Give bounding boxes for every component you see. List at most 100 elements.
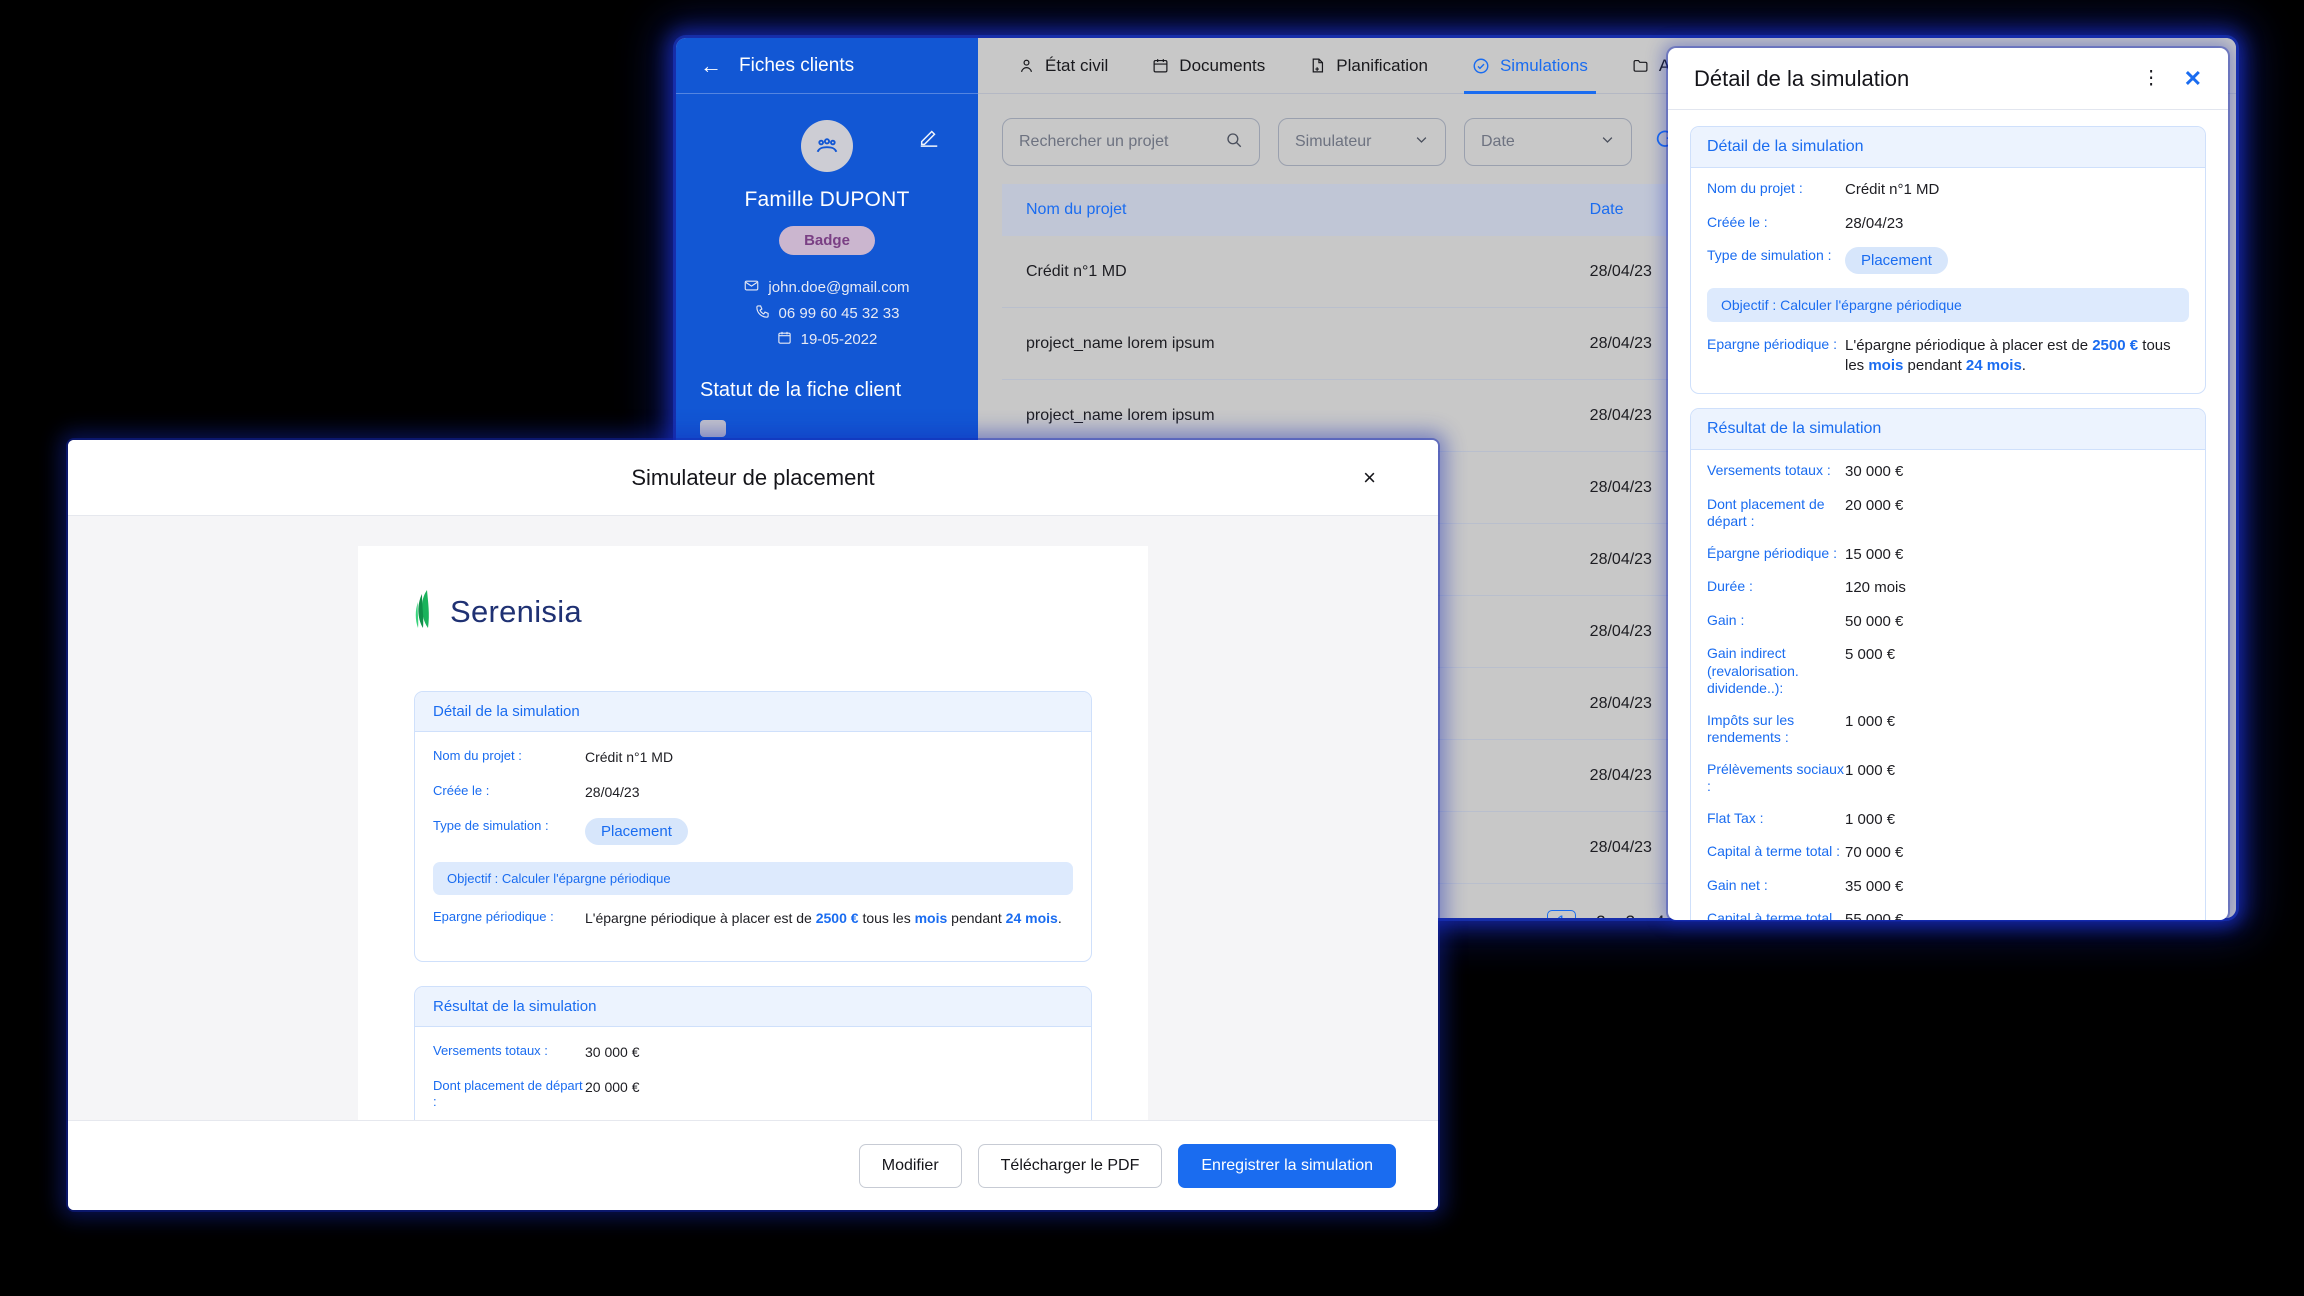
tab-label: Documents	[1179, 55, 1266, 75]
row-label: Impôts sur les rendements :	[1707, 711, 1795, 746]
client-date: 19-05-2022	[800, 331, 878, 348]
simulation-detail-panel: Détail de la simulation ⋮ ✕ Détail de la…	[1668, 48, 2228, 920]
result-row: Gain : 50 000 €	[1707, 612, 2189, 632]
pagination-prev[interactable]: ‹	[1520, 911, 1527, 919]
detail-row-epargne: Epargne périodique : L'épargne périodiqu…	[433, 909, 1073, 927]
result-row: Flat Tax : 1 000 €	[1707, 810, 2189, 830]
modal-header: Simulateur de placement ×	[68, 440, 1438, 516]
modify-button[interactable]: Modifier	[858, 1143, 962, 1188]
modal-title: Simulateur de placement	[631, 464, 875, 490]
detail-row: Nom du projet : Crédit n°1 MD	[1707, 180, 2189, 200]
result-row: Versements totaux : 30 000 €	[433, 1043, 1073, 1061]
row-label: Epargne périodique :	[433, 909, 554, 925]
row-label: Prélèvements sociaux :	[1707, 760, 1844, 795]
table-column-header[interactable]: Nom du projet	[1002, 184, 1566, 236]
client-card: Famille DUPONT Badge john.doe@gmail.com	[676, 94, 978, 437]
sidebar-back-nav[interactable]: ← Fiches clients	[676, 38, 978, 94]
row-value: 30 000 €	[585, 1043, 640, 1060]
more-options-icon[interactable]: ⋮	[2142, 69, 2162, 88]
row-label: Durée :	[1707, 578, 1753, 594]
row-label: Capital à terme total :	[1707, 843, 1841, 859]
search-input[interactable]: Rechercher un projet	[1002, 118, 1260, 166]
simulation-document: Serenisia Détail de la simulation Nom du…	[358, 546, 1148, 1120]
pagination-page-4[interactable]: 4	[1655, 912, 1664, 918]
tab-documents[interactable]: Documents	[1130, 38, 1287, 94]
tab-planification[interactable]: Planification	[1287, 38, 1450, 94]
detail-row-type: Type de simulation : Placement	[433, 818, 1073, 846]
row-label: Épargne périodique :	[1707, 544, 1837, 561]
row-value: 50 000 €	[1845, 612, 1904, 630]
result-row: Dont placement de départ :20 000 €	[1707, 496, 2189, 531]
row-label: Flat Tax :	[1707, 809, 1764, 826]
pagination-page-1[interactable]: 1	[1546, 910, 1577, 918]
result-row: Prélèvements sociaux :1 000 €	[1707, 761, 2189, 796]
pagination-page-2[interactable]: 2	[1596, 912, 1605, 918]
leaf-icon	[414, 588, 446, 635]
row-value: 20 000 €	[585, 1078, 640, 1095]
result-row: Gain net : 35 000 €	[1707, 877, 2189, 897]
objective-banner: Objectif : Calculer l'épargne périodique	[1707, 288, 2189, 322]
chevron-down-icon[interactable]	[1600, 132, 1615, 152]
serenisia-logo: Serenisia	[414, 588, 1092, 635]
save-simulation-button[interactable]: Enregistrer la simulation	[1178, 1143, 1396, 1188]
row-label: Dont placement de départ :	[433, 1077, 583, 1109]
row-label: Capital à terme total net :	[1707, 910, 1833, 920]
download-pdf-button[interactable]: Télécharger le PDF	[977, 1143, 1163, 1188]
result-row: Durée : 120 mois	[1707, 578, 2189, 598]
simulation-type-badge: Placement	[1845, 247, 1948, 274]
calendar-icon	[1152, 57, 1169, 74]
client-badge[interactable]: Badge	[779, 226, 875, 255]
tab-simulations[interactable]: Simulations	[1450, 38, 1610, 94]
detail-row-epargne: Epargne périodique : L'épargne périodiqu…	[1707, 336, 2189, 375]
client-status-chip-row	[700, 420, 978, 437]
row-label: Gain net :	[1707, 876, 1768, 893]
simulator-modal: Simulateur de placement × Serenisia Déta…	[68, 440, 1438, 1210]
detail-card-title: Détail de la simulation	[415, 692, 1091, 732]
result-row: Dont placement de départ :20 000 €	[433, 1078, 1073, 1111]
row-label: Créée le :	[433, 783, 490, 799]
client-name: Famille DUPONT	[744, 188, 910, 211]
row-value-rich: L'épargne périodique à placer est de 250…	[1845, 337, 2171, 374]
chevron-down-icon[interactable]	[1414, 132, 1429, 152]
back-arrow-icon[interactable]: ←	[700, 54, 722, 77]
simulateur-select[interactable]: Simulateur	[1278, 118, 1446, 166]
detail-row: Nom du projet : Crédit n°1 MD	[433, 748, 1073, 766]
result-row: Gain indirect (revalorisation. dividende…	[1707, 645, 2189, 698]
row-value: 55 000 €	[1845, 911, 1904, 920]
row-label: Nom du projet :	[1707, 180, 1803, 196]
result-row: Épargne périodique : 15 000 €	[1707, 545, 2189, 565]
row-label: Gain :	[1707, 611, 1745, 628]
folder-icon	[1632, 57, 1649, 74]
row-value: 28/04/23	[585, 784, 640, 801]
avatar	[801, 120, 853, 172]
result-row: Impôts sur les rendements : 1 000 €	[1707, 712, 2189, 747]
result-card: Résultat de la simulation Versements tot…	[414, 985, 1092, 1120]
search-icon[interactable]	[1225, 131, 1243, 154]
edit-pencil-icon[interactable]	[918, 126, 940, 148]
close-icon[interactable]: ×	[1363, 465, 1376, 491]
result-card-title: Résultat de la simulation	[1691, 409, 2205, 450]
row-value: Crédit n°1 MD	[585, 749, 674, 765]
objective-banner: Objectif : Calculer l'épargne périodique	[433, 862, 1073, 896]
row-value: 15 000 €	[1845, 545, 1904, 563]
simulation-type-badge: Placement	[585, 818, 688, 846]
sidebar-title: Fiches clients	[739, 54, 855, 76]
client-status-section: Statut de la fiche client	[676, 379, 978, 437]
client-phone-row: 06 99 60 45 32 33	[676, 304, 978, 323]
check-circle-icon	[1472, 57, 1490, 75]
client-email-row: john.doe@gmail.com	[676, 278, 978, 297]
row-value: 1 000 €	[1845, 761, 1896, 779]
pagination-page-3[interactable]: 3	[1626, 912, 1635, 918]
date-label: Date	[1481, 133, 1515, 150]
row-value: 30 000 €	[1845, 463, 1904, 480]
status-chip	[700, 420, 726, 437]
modal-scroll-area[interactable]: Serenisia Détail de la simulation Nom du…	[68, 516, 1438, 1120]
mail-icon	[744, 278, 759, 297]
cell-project-name: Crédit n°1 MD	[1002, 236, 1566, 308]
close-icon[interactable]: ✕	[2184, 66, 2202, 92]
tab-etat-civil[interactable]: État civil	[996, 38, 1130, 94]
row-value: Crédit n°1 MD	[1845, 181, 1940, 198]
result-card: Résultat de la simulation Versements tot…	[1690, 408, 2206, 920]
date-select[interactable]: Date	[1464, 118, 1632, 166]
row-value-rich: L'épargne périodique à placer est de 250…	[585, 910, 1062, 927]
